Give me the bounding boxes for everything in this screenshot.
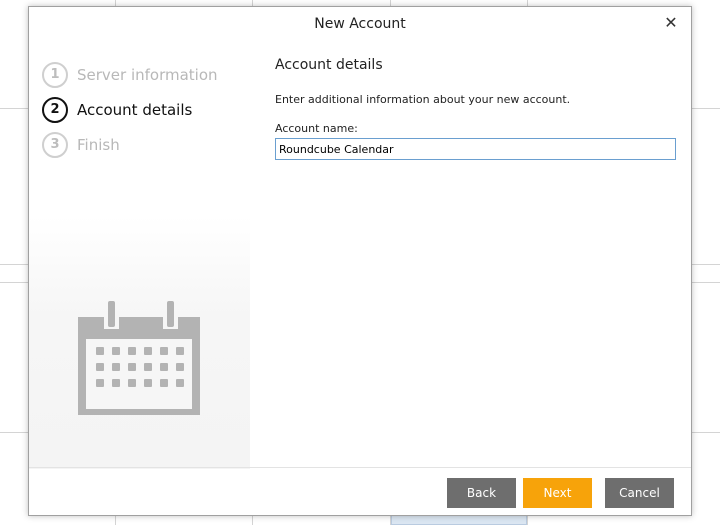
dialog-titlebar: New Account ✕: [29, 7, 691, 41]
section-description: Enter additional information about your …: [275, 93, 571, 106]
calendar-icon: [78, 301, 200, 415]
close-icon[interactable]: ✕: [661, 13, 681, 33]
account-name-input[interactable]: [275, 138, 676, 160]
account-name-label: Account name:: [275, 122, 358, 135]
cancel-button[interactable]: Cancel: [605, 478, 674, 508]
step-label: Account details: [77, 100, 193, 119]
step-label: Finish: [77, 135, 120, 154]
step-label: Server information: [77, 65, 218, 84]
section-title: Account details: [275, 57, 383, 73]
step-finish: 3 Finish: [42, 127, 218, 162]
next-button[interactable]: Next: [523, 478, 592, 508]
step-server-information: 1 Server information: [42, 57, 218, 92]
back-button[interactable]: Back: [447, 478, 516, 508]
step-number: 3: [42, 131, 68, 158]
step-number: 2: [42, 96, 68, 123]
new-account-dialog: New Account ✕ 1 Server information 2 Acc…: [28, 6, 692, 516]
wizard-steps: 1 Server information 2 Account details 3…: [42, 57, 218, 162]
wizard-steps-pane: 1 Server information 2 Account details 3…: [29, 41, 250, 469]
dialog-title: New Account: [314, 16, 406, 32]
dialog-footer: Back Next Cancel: [29, 467, 691, 515]
step-account-details: 2 Account details: [42, 92, 218, 127]
step-number: 1: [42, 61, 68, 88]
